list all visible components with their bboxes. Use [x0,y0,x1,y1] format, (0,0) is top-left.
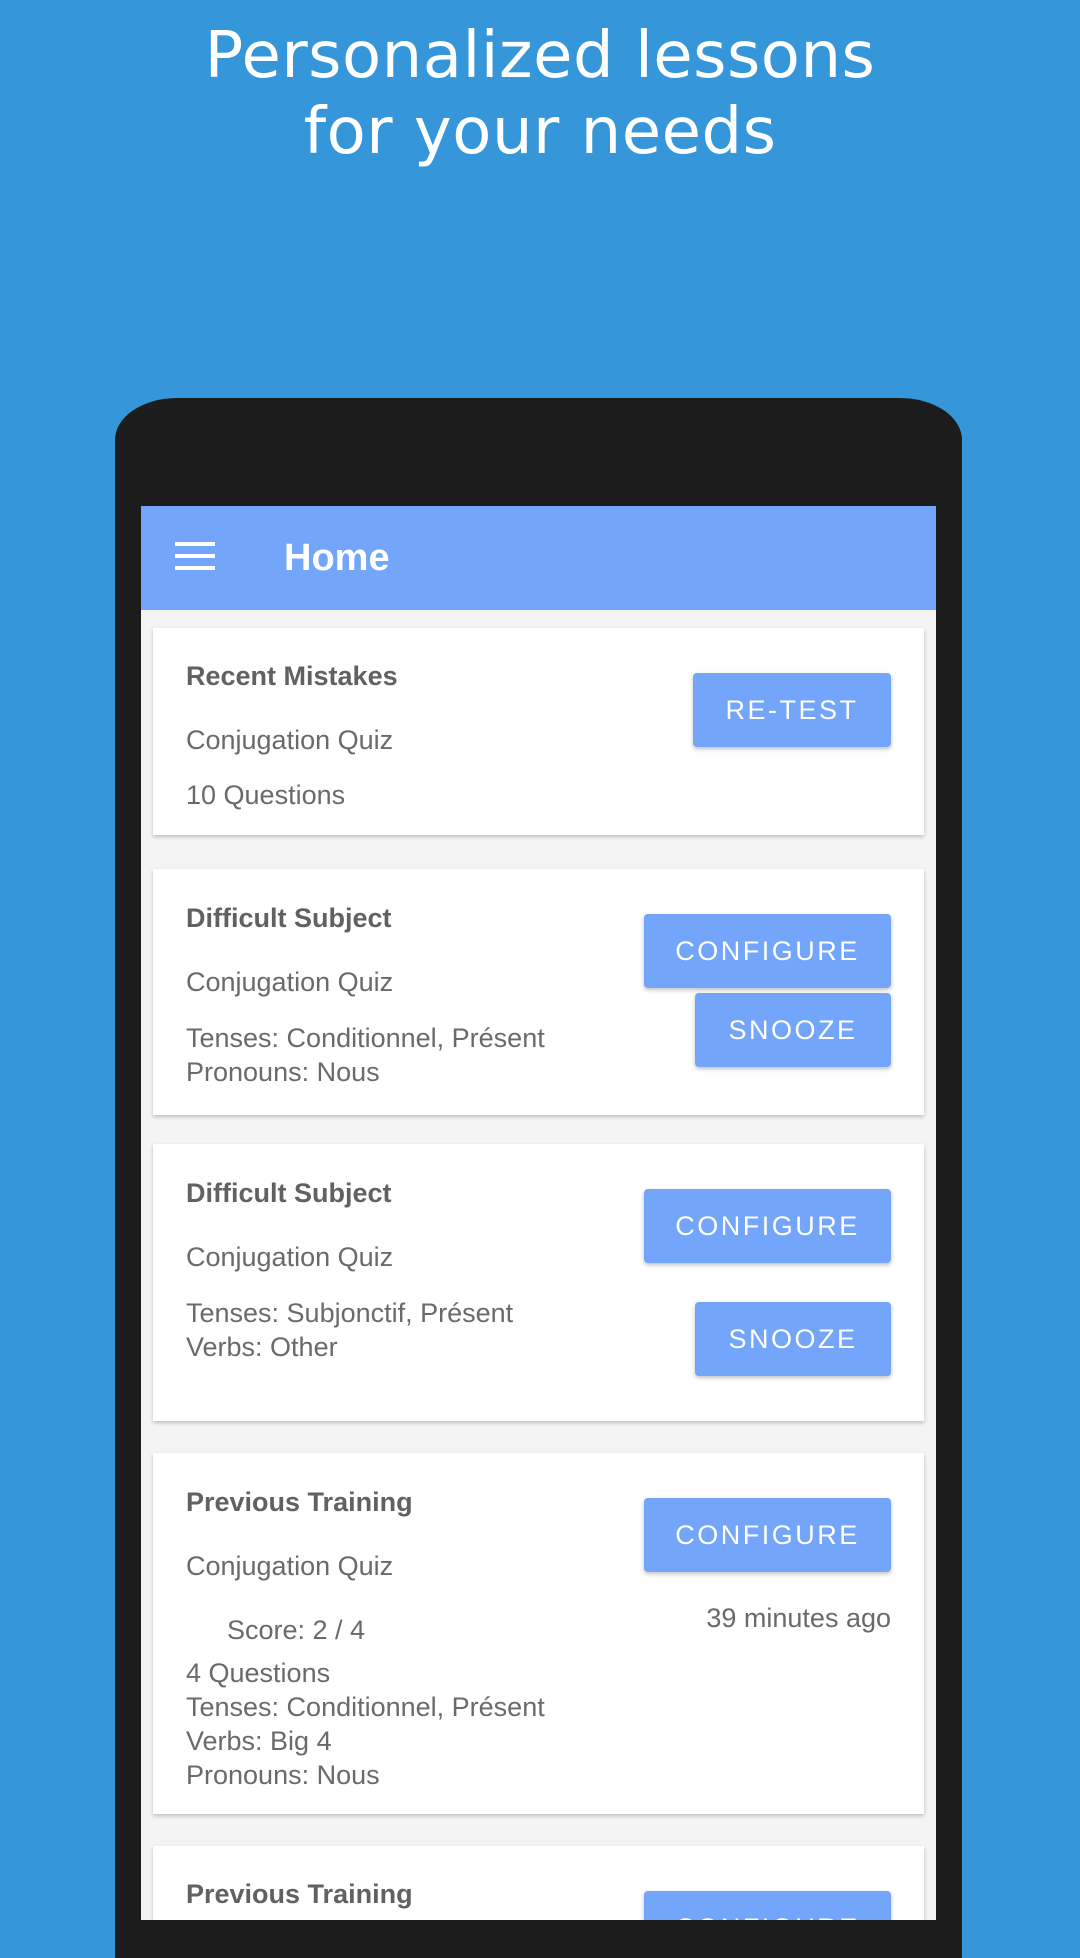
previous-training-card: Previous Training Conjugation Quiz Score… [153,1453,924,1814]
card-title: Previous Training [186,1879,413,1909]
snooze-button[interactable]: SNOOZE [695,1302,891,1376]
recent-mistakes-card: Recent Mistakes Conjugation Quiz 10 Ques… [153,628,924,835]
card-title: Recent Mistakes [186,661,398,691]
page-title: Home [284,537,390,579]
card-title: Difficult Subject [186,1178,392,1208]
phone-screen: Home Recent Mistakes Conjugation Quiz 10… [141,506,936,1920]
configure-button[interactable]: CONFIGURE [644,1891,891,1920]
tenses-text: Tenses: Conditionnel, Présent [186,1023,545,1053]
difficult-subject-card: Difficult Subject Conjugation Quiz Tense… [153,1144,924,1421]
card-title: Previous Training [186,1487,413,1517]
pronouns-text: Pronouns: Nous [186,1760,380,1790]
tenses-text: Tenses: Conditionnel, Présent [186,1692,545,1722]
configure-button[interactable]: CONFIGURE [644,1498,891,1572]
verbs-text: Verbs: Other [186,1332,338,1362]
app-bar: Home [141,506,936,610]
promo-headline: Personalized lessons for your needs [0,18,1080,170]
question-count: 4 Questions [186,1658,331,1688]
verbs-text: Verbs: Big 4 [186,1726,332,1756]
snooze-button[interactable]: SNOOZE [695,993,891,1067]
card-subtitle: Conjugation Quiz [186,1551,394,1581]
difficult-subject-card: Difficult Subject Conjugation Quiz Tense… [153,869,924,1115]
score-text: Score: 2 / 4 [227,1615,366,1645]
configure-button[interactable]: CONFIGURE [644,1189,891,1263]
retest-button[interactable]: RE-TEST [693,673,891,747]
card-subtitle: Conjugation Quiz [186,725,394,755]
previous-training-card: Previous Training CONFIGURE [153,1846,924,1920]
promo-headline-line2: for your needs [303,95,777,169]
card-title: Difficult Subject [186,903,392,933]
hamburger-menu-icon[interactable] [175,542,215,570]
timestamp: 39 minutes ago [706,1603,891,1633]
configure-button[interactable]: CONFIGURE [644,914,891,988]
tenses-text: Tenses: Subjonctif, Présent [186,1298,514,1328]
card-subtitle: Conjugation Quiz [186,1242,394,1272]
card-subtitle: Conjugation Quiz [186,967,394,997]
pronouns-text: Pronouns: Nous [186,1057,380,1087]
promo-headline-line1: Personalized lessons [204,19,876,93]
question-count: 10 Questions [186,780,346,810]
